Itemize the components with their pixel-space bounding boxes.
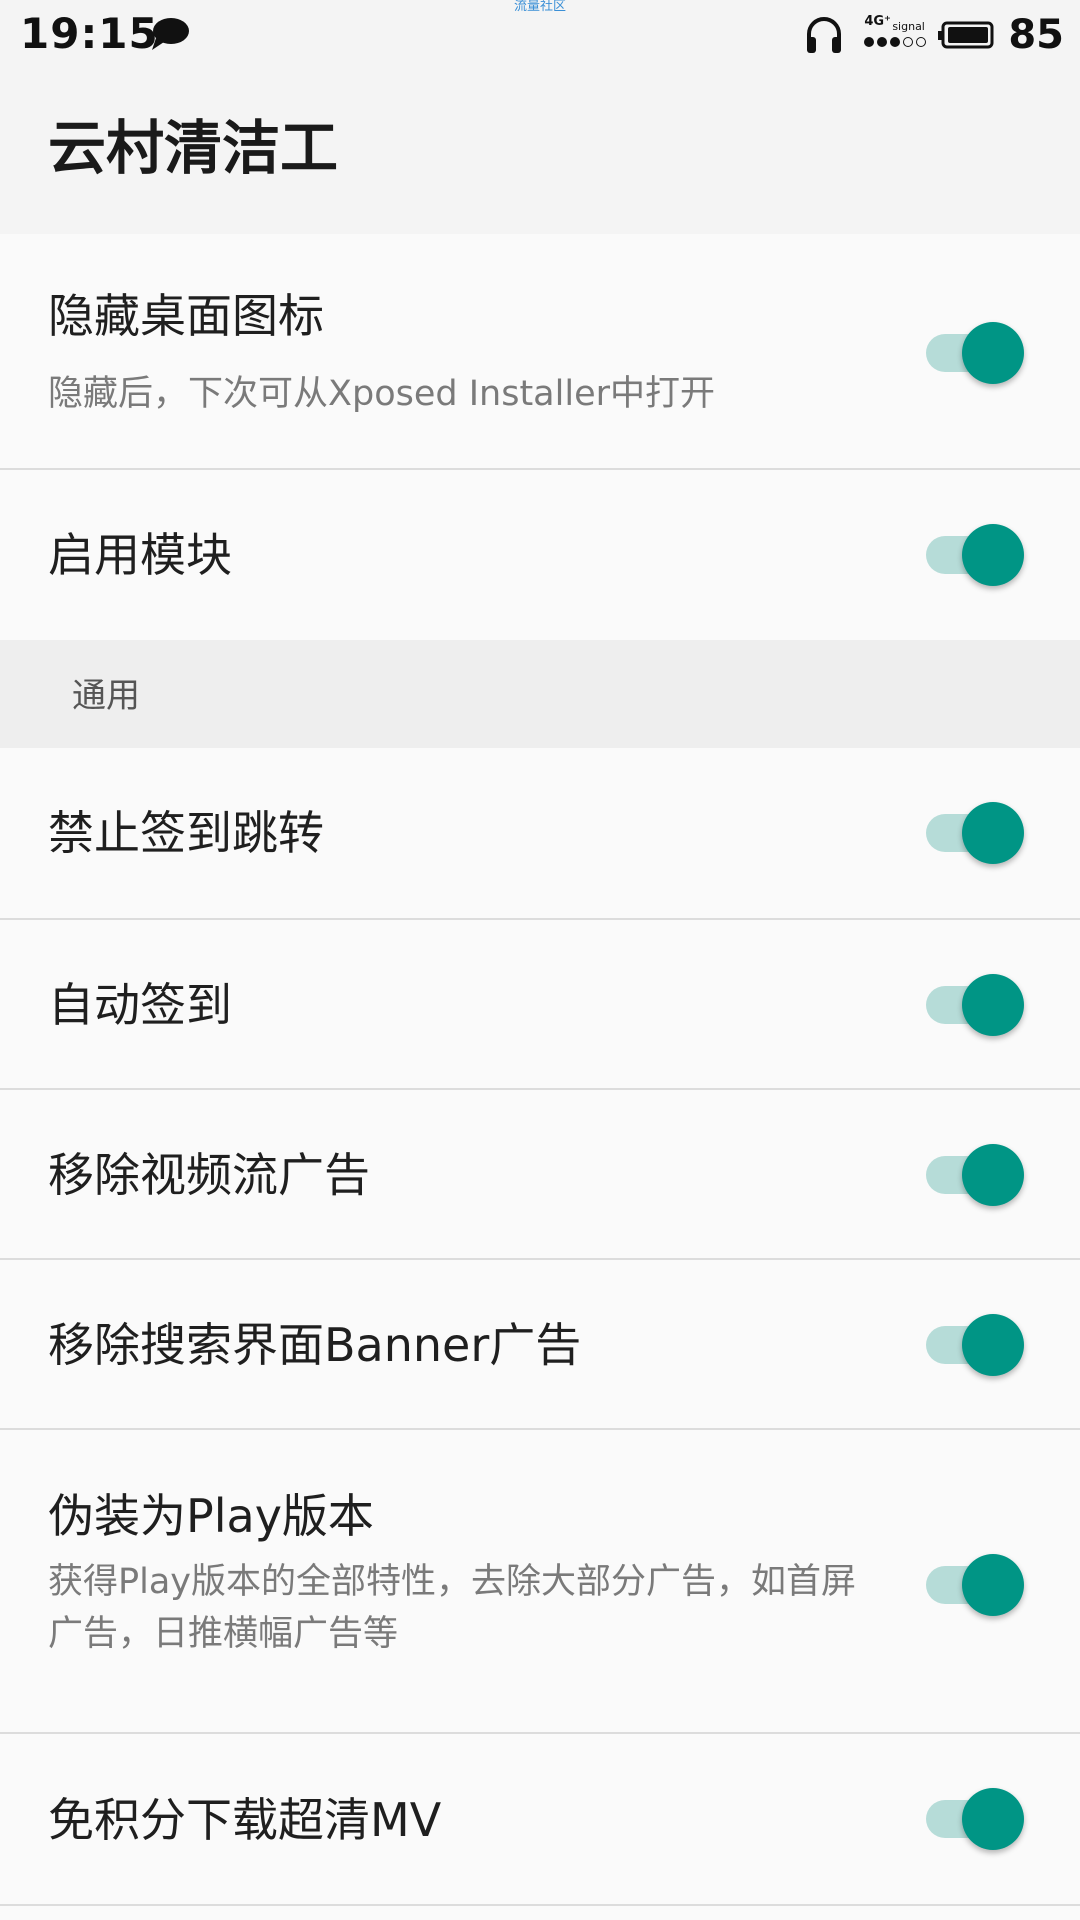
setting-auto-checkin[interactable]: 自动签到 — [0, 920, 1080, 1090]
block-checkin-redirect-switch[interactable] — [924, 802, 1024, 864]
section-header-general: 通用 — [0, 640, 1080, 748]
setting-remove-video-ads[interactable]: 移除视频流广告 — [0, 1090, 1080, 1260]
status-bar: 流量社区 19:15 4G⁺ signal 85 — [0, 0, 1080, 70]
setting-summary: 获得Play版本的全部特性，去除大部分广告，如首屏广告，日推横幅广告等 — [48, 1562, 856, 1654]
switch-thumb — [962, 1314, 1024, 1376]
setting-title: 禁止签到跳转 — [48, 806, 324, 860]
setting-title: 移除搜索界面Banner广告 — [48, 1318, 582, 1372]
hide-icon-switch[interactable] — [924, 322, 1024, 384]
network-type: 4G⁺ — [864, 14, 891, 29]
chat-bubble-icon — [152, 18, 189, 50]
setting-title: 伪装为Play版本 — [48, 1489, 374, 1543]
setting-block-checkin-redirect[interactable]: 禁止签到跳转 — [0, 748, 1080, 920]
switch-thumb — [962, 1554, 1024, 1616]
screen: 流量社区 19:15 4G⁺ signal 85 云村清洁工 隐藏桌面图标 隐藏… — [0, 0, 1080, 1920]
signal-dot — [903, 37, 914, 47]
switch-thumb — [962, 802, 1024, 864]
signal-dot — [864, 37, 875, 47]
setting-summary: 隐藏后，下次可从Xposed Installer中打开 — [48, 374, 716, 414]
signal-label: signal — [892, 20, 925, 33]
remove-video-ads-switch[interactable] — [924, 1144, 1024, 1206]
switch-thumb — [962, 1788, 1024, 1850]
switch-thumb — [962, 1144, 1024, 1206]
download-mv-switch[interactable] — [924, 1788, 1024, 1850]
setting-remove-search-banner[interactable]: 移除搜索界面Banner广告 — [0, 1260, 1080, 1430]
setting-title: 隐藏桌面图标 — [48, 289, 324, 343]
setting-title: 移除视频流广告 — [48, 1148, 370, 1202]
setting-download-mv[interactable]: 免积分下载超清MV — [0, 1734, 1080, 1906]
battery-icon — [938, 21, 994, 49]
play-version-switch[interactable] — [924, 1554, 1024, 1616]
setting-hide-icon[interactable]: 隐藏桌面图标 隐藏后，下次可从Xposed Installer中打开 — [0, 234, 1080, 470]
signal-dots — [864, 37, 929, 47]
signal-dot — [916, 37, 927, 47]
setting-title: 自动签到 — [48, 978, 232, 1032]
status-time: 19:15 — [20, 9, 159, 58]
switch-thumb — [962, 524, 1024, 586]
app-bar: 云村清洁工 — [0, 70, 1080, 234]
signal-dot — [877, 37, 888, 47]
auto-checkin-switch[interactable] — [924, 974, 1024, 1036]
status-icons: 4G⁺ signal 85 — [804, 10, 1064, 60]
signal-icon: 4G⁺ signal — [862, 13, 929, 57]
setting-play-version[interactable]: 伪装为Play版本 获得Play版本的全部特性，去除大部分广告，如首屏广告，日推… — [0, 1430, 1080, 1734]
headset-icon — [807, 17, 842, 53]
section-label: 通用 — [72, 676, 140, 716]
switch-thumb — [962, 322, 1024, 384]
enable-module-switch[interactable] — [924, 524, 1024, 586]
setting-title: 启用模块 — [48, 528, 232, 582]
setting-enable-module[interactable]: 启用模块 — [0, 470, 1080, 640]
battery-level: 85 — [1008, 12, 1064, 58]
switch-thumb — [962, 974, 1024, 1036]
remove-search-banner-switch[interactable] — [924, 1314, 1024, 1376]
signal-dot — [890, 37, 901, 47]
settings-list: 隐藏桌面图标 隐藏后，下次可从Xposed Installer中打开 启用模块 … — [0, 234, 1080, 1906]
page-title: 云村清洁工 — [48, 114, 339, 182]
setting-title: 免积分下载超清MV — [48, 1793, 442, 1847]
